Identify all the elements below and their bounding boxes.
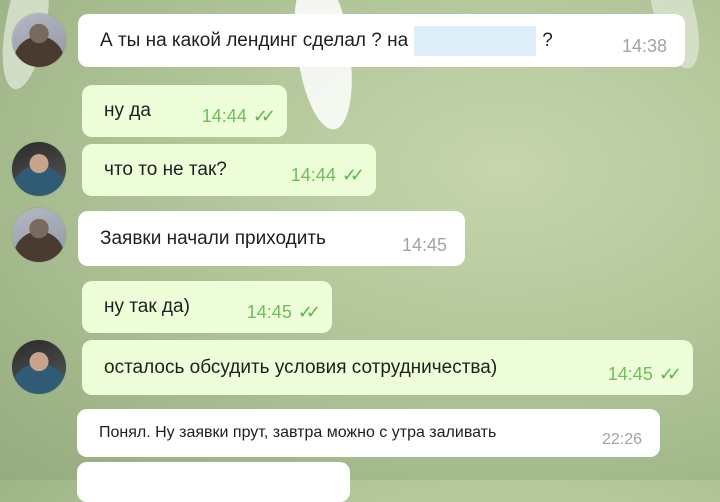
message-bubble-incoming[interactable]: А ты на какой лендинг сделал ? на ? 14:3…	[78, 14, 685, 67]
message-text: Заявки начали приходить	[100, 227, 326, 249]
message-time: 14:45	[607, 364, 653, 384]
message-text: А ты на какой лендинг сделал ? на	[100, 29, 409, 51]
double-check-icon: ✓✓	[658, 364, 682, 384]
message-text: ну да	[104, 100, 151, 121]
message-text: осталось обсудить условия сотрудничества…	[104, 356, 498, 378]
message-time: 14:45	[246, 302, 292, 322]
double-check-icon: ✓✓	[297, 302, 321, 322]
user-avatar[interactable]	[12, 142, 66, 196]
message-text: ну так да)	[104, 296, 190, 317]
double-check-icon: ✓✓	[252, 106, 276, 126]
message-time: 14:38	[621, 36, 667, 56]
message-bubble-incoming[interactable]: Заявки начали приходить 14:45	[78, 211, 465, 266]
message-bubble-incoming-partial[interactable]	[77, 462, 350, 502]
contact-avatar[interactable]	[12, 208, 66, 262]
message-text: что то не так?	[104, 159, 227, 180]
message-status: 14:44 ✓✓	[290, 165, 365, 186]
message-text-suffix: ?	[542, 29, 553, 51]
double-check-icon: ✓✓	[341, 165, 365, 185]
message-bubble-outgoing[interactable]: ну так да) 14:45 ✓✓	[82, 281, 332, 333]
message-status: 14:45 ✓✓	[607, 364, 682, 385]
redacted-link	[414, 25, 537, 56]
message-status: 14:44 ✓✓	[201, 106, 276, 127]
message-status: 14:45 ✓✓	[246, 302, 321, 323]
message-bubble-outgoing[interactable]: ну да 14:44 ✓✓	[82, 85, 287, 137]
message-time: 14:44	[290, 165, 336, 185]
message-bubble-outgoing[interactable]: что то не так? 14:44 ✓✓	[82, 144, 376, 196]
contact-avatar[interactable]	[12, 13, 66, 67]
message-bubble-outgoing[interactable]: осталось обсудить условия сотрудничества…	[82, 340, 693, 395]
user-avatar[interactable]	[12, 340, 66, 394]
message-time: 14:44	[201, 106, 247, 126]
message-bubble-incoming[interactable]: Понял. Ну заявки прут, завтра можно с ут…	[77, 409, 660, 457]
message-time: 22:26	[601, 431, 642, 448]
message-time: 14:45	[401, 235, 447, 255]
message-text: Понял. Ну заявки прут, завтра можно с ут…	[99, 424, 497, 441]
